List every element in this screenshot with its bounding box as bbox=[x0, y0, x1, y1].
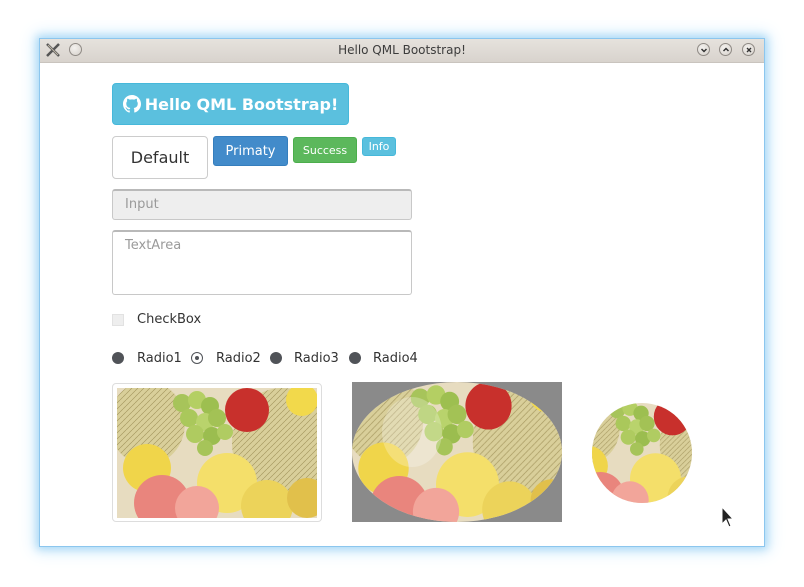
input-field[interactable]: Input bbox=[112, 189, 412, 220]
fruit-image-ellipse bbox=[352, 382, 562, 526]
radio-2-label[interactable]: Radio2 bbox=[216, 351, 261, 366]
close-button[interactable] bbox=[742, 43, 755, 56]
radio-3-label[interactable]: Radio3 bbox=[294, 351, 339, 366]
maximize-button[interactable] bbox=[719, 43, 732, 56]
github-icon bbox=[122, 95, 141, 113]
success-button[interactable]: Success bbox=[293, 137, 357, 163]
window-title: Hello QML Bootstrap! bbox=[338, 43, 466, 57]
chevron-down-icon bbox=[700, 48, 708, 53]
mouse-cursor-icon bbox=[721, 506, 735, 528]
radio-2[interactable] bbox=[191, 352, 203, 364]
title-bar[interactable]: Hello QML Bootstrap! bbox=[40, 39, 764, 63]
minimize-button[interactable] bbox=[697, 43, 710, 56]
hello-button-label: Hello QML Bootstrap! bbox=[144, 94, 339, 114]
main-content: Hello QML Bootstrap! Default Primaty Suc… bbox=[40, 63, 764, 546]
textarea-field[interactable]: TextArea bbox=[112, 230, 412, 295]
fruit-image-rounded bbox=[112, 383, 322, 522]
app-window: Hello QML Bootstrap! Hello QML Bootstrap… bbox=[40, 39, 764, 546]
radio-1-label[interactable]: Radio1 bbox=[137, 351, 182, 366]
default-button[interactable]: Default bbox=[112, 136, 208, 179]
radio-4-label[interactable]: Radio4 bbox=[373, 351, 418, 366]
hello-button[interactable]: Hello QML Bootstrap! bbox=[112, 83, 349, 125]
radio-4[interactable] bbox=[349, 352, 361, 364]
checkbox-label[interactable]: CheckBox bbox=[137, 312, 201, 327]
radio-1[interactable] bbox=[112, 352, 124, 364]
chevron-up-icon bbox=[722, 47, 730, 52]
primary-button[interactable]: Primaty bbox=[213, 136, 288, 166]
fruit-image-circle bbox=[592, 403, 692, 507]
close-icon bbox=[746, 47, 752, 53]
info-button[interactable]: Info bbox=[362, 137, 396, 156]
radio-3[interactable] bbox=[270, 352, 282, 364]
checkbox[interactable] bbox=[112, 314, 124, 326]
